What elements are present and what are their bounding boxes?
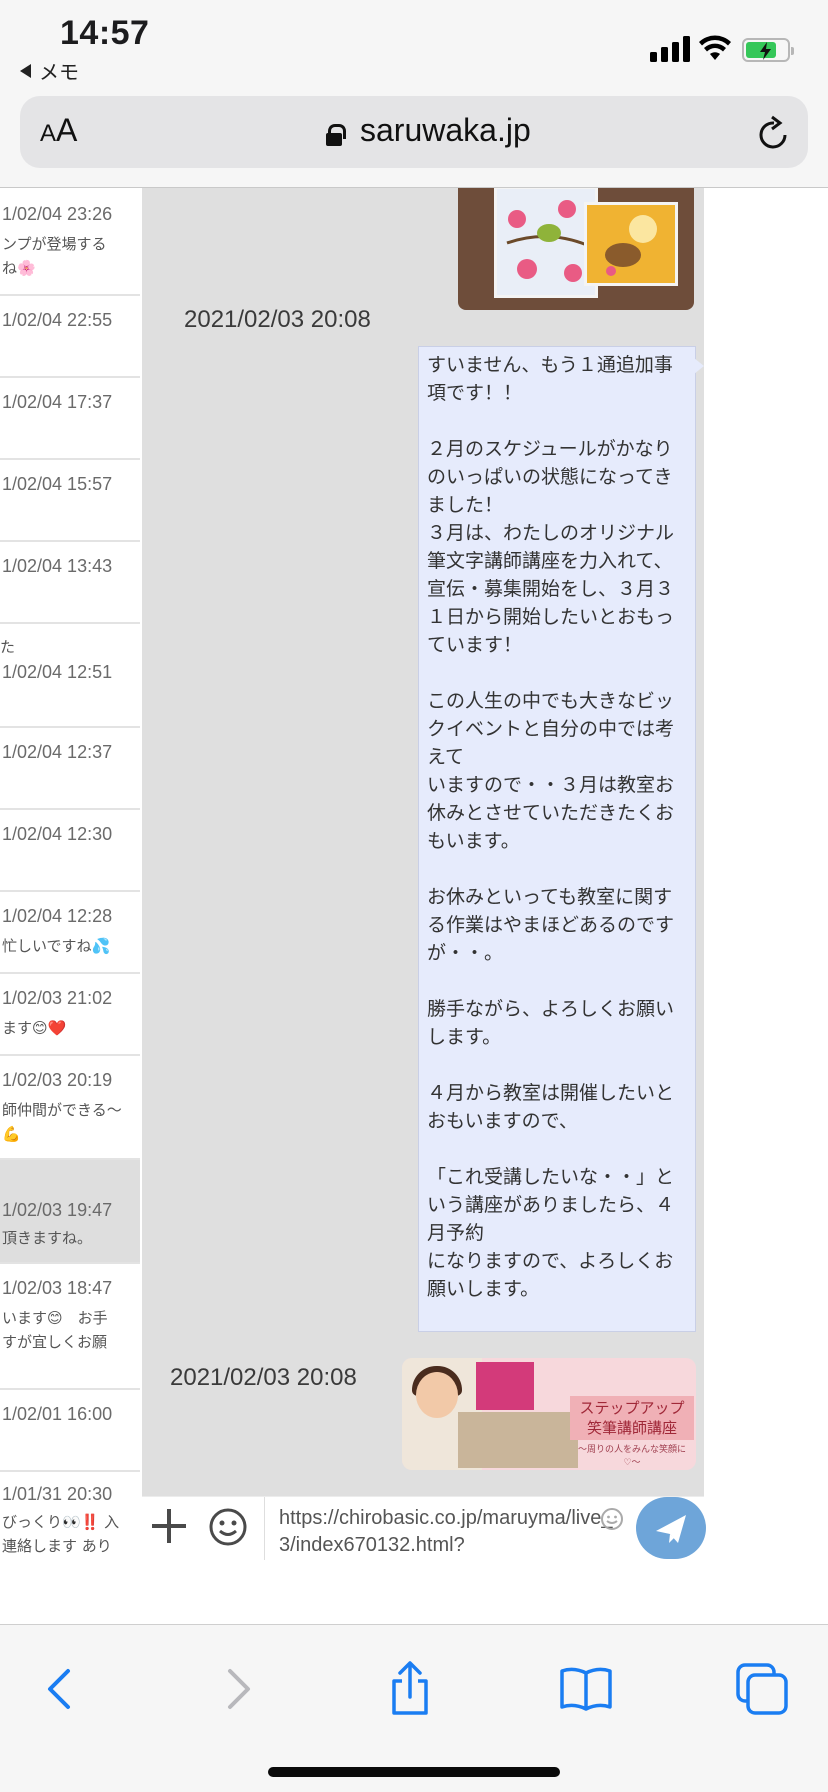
share-icon[interactable]: [380, 1659, 440, 1719]
tabs-icon[interactable]: [732, 1659, 792, 1719]
image-timestamp: 2021/02/03 20:08: [170, 1364, 357, 1391]
reload-icon[interactable]: [756, 114, 792, 152]
message-composer: https://chirobasic.co.jp/maruyma/live_3/…: [142, 1496, 706, 1561]
back-to-app-link[interactable]: メモ: [20, 56, 79, 85]
conversation-date: 1/02/04 12:28: [2, 906, 113, 926]
list-item[interactable]: 1/01/31 20:30 びっくり👀‼️ 入 連絡します あり: [0, 1472, 140, 1560]
forward-chevron-icon[interactable]: [206, 1659, 266, 1719]
back-triangle-icon: [20, 64, 31, 78]
conversation-preview: びっくり👀‼️ 入: [2, 1513, 120, 1531]
safari-address-area: AA saruwaka.jp: [0, 90, 828, 188]
emoji-button[interactable]: [208, 1507, 248, 1547]
banner-title: ステップアップ 笑筆講師講座: [570, 1396, 694, 1440]
image-attachment-postcards[interactable]: [458, 188, 694, 310]
conversation-date: 1/02/01 16:00: [2, 1404, 113, 1424]
conversation-preview: ンプが登場する: [2, 235, 107, 253]
list-item[interactable]: 1/02/04 23:26 ンプが登場する ね🌸: [0, 188, 140, 296]
conversation-date: 1/02/03 20:19: [2, 1070, 113, 1090]
list-item[interactable]: 1/02/04 13:43: [0, 542, 140, 624]
safari-toolbar: [0, 1624, 828, 1792]
conversation-preview: ます😊❤️: [2, 1019, 67, 1037]
lock-icon: [326, 124, 346, 146]
conversation-preview: 師仲間ができる〜: [2, 1101, 122, 1119]
conversation-date: 1/02/04 15:57: [2, 474, 113, 494]
conversation-date: 1/02/04 12:51: [2, 662, 113, 682]
status-time: 14:57: [60, 14, 150, 52]
text-size-button[interactable]: AA: [40, 112, 77, 149]
banner-book-image: [476, 1362, 534, 1410]
list-item[interactable]: た 1/02/04 12:51: [0, 624, 140, 728]
conversation-date: 1/02/04 13:43: [2, 556, 113, 576]
back-app-label: メモ: [39, 60, 79, 84]
image-attachment-course-banner[interactable]: ステップアップ 笑筆講師講座 〜周りの人をみんな笑顔に♡〜: [402, 1358, 696, 1470]
bubble-tail: [694, 358, 704, 374]
message-input[interactable]: https://chirobasic.co.jp/maruyma/live_3/…: [264, 1497, 634, 1561]
postcard-image: [494, 188, 598, 298]
url-text: saruwaka.jp: [360, 112, 531, 148]
conversation-preview: すが宜しくお願: [2, 1333, 108, 1351]
battery-icon: [742, 38, 794, 62]
conversation-date: 1/02/04 23:26: [2, 204, 113, 224]
address-bar[interactable]: AA saruwaka.jp: [20, 96, 808, 168]
bookmarks-icon[interactable]: [556, 1659, 616, 1719]
list-item[interactable]: 1/02/04 22:55: [0, 296, 140, 378]
list-item[interactable]: 1/02/03 20:19 師仲間ができる〜 💪: [0, 1056, 140, 1160]
conversation-date: 1/02/04 17:37: [2, 392, 113, 412]
cellular-signal-icon: [650, 36, 692, 62]
conversation-preview: 忙しいですね💦: [2, 937, 111, 955]
list-item[interactable]: 1/02/03 21:02 ます😊❤️: [0, 974, 140, 1056]
postcard-image: [584, 202, 678, 286]
input-emoji-icon[interactable]: [600, 1507, 624, 1531]
banner-subtitle: 〜周りの人をみんな笑顔に♡〜: [577, 1445, 686, 1468]
list-item[interactable]: 1/02/04 15:57: [0, 460, 140, 542]
page-margin: [704, 188, 828, 1560]
list-item[interactable]: 1/02/03 18:47 います😊 お手 すが宜しくお願: [0, 1264, 140, 1390]
list-item-selected[interactable]: 1/02/03 19:47 頂きますね。: [0, 1160, 140, 1264]
conversation-list: 1/02/04 23:26 ンプが登場する ね🌸 1/02/04 22:55 1…: [0, 188, 140, 1560]
conversation-preview: 連絡します あり: [2, 1537, 112, 1555]
list-item[interactable]: 1/02/04 12:30: [0, 810, 140, 892]
add-attachment-button[interactable]: [152, 1509, 186, 1543]
back-chevron-icon[interactable]: [32, 1659, 92, 1719]
list-item[interactable]: 1/02/04 12:28 忙しいですね💦: [0, 892, 140, 974]
list-item[interactable]: 1/02/04 12:37: [0, 728, 140, 810]
conversation-preview: た: [0, 638, 16, 656]
conversation-date: 1/02/04 12:30: [2, 824, 113, 844]
message-text: すいません、もう１通追加事項です！！ ２月のスケジュールがかなりのいっぱいの状態…: [427, 354, 675, 1300]
list-item[interactable]: 1/02/01 16:00: [0, 1390, 140, 1472]
conversation-date: 1/02/04 22:55: [2, 310, 113, 330]
send-button[interactable]: [636, 1497, 706, 1559]
conversation-preview: ね🌸: [2, 259, 36, 277]
message-timestamp: 2021/02/03 20:08: [184, 306, 371, 333]
conversation-date: 1/02/04 12:37: [2, 742, 113, 762]
conversation-preview: 💪: [2, 1125, 21, 1143]
status-bar: 14:57 メモ: [0, 0, 828, 90]
conversation-preview: います😊 お手: [2, 1309, 108, 1327]
conversation-date: 1/01/31 20:30: [2, 1484, 113, 1504]
conversation-preview: 頂きますね。: [2, 1229, 93, 1247]
message-bubble: すいません、もう１通追加事項です！！ ２月のスケジュールがかなりのいっぱいの状態…: [418, 346, 696, 1332]
wifi-icon: [699, 35, 731, 60]
page-bottom-area: [0, 1560, 828, 1624]
list-item[interactable]: 1/02/04 17:37: [0, 378, 140, 460]
home-indicator: [268, 1767, 560, 1777]
conversation-date: 1/02/03 19:47: [2, 1200, 113, 1220]
chat-thread: 2021/02/03 20:08 すいません、もう１通追加事項です！！ ２月のス…: [142, 188, 704, 1496]
send-paper-plane-icon: [656, 1515, 686, 1543]
conversation-date: 1/02/03 21:02: [2, 988, 113, 1008]
banner-group-photo: [458, 1412, 578, 1468]
conversation-date: 1/02/03 18:47: [2, 1278, 113, 1298]
